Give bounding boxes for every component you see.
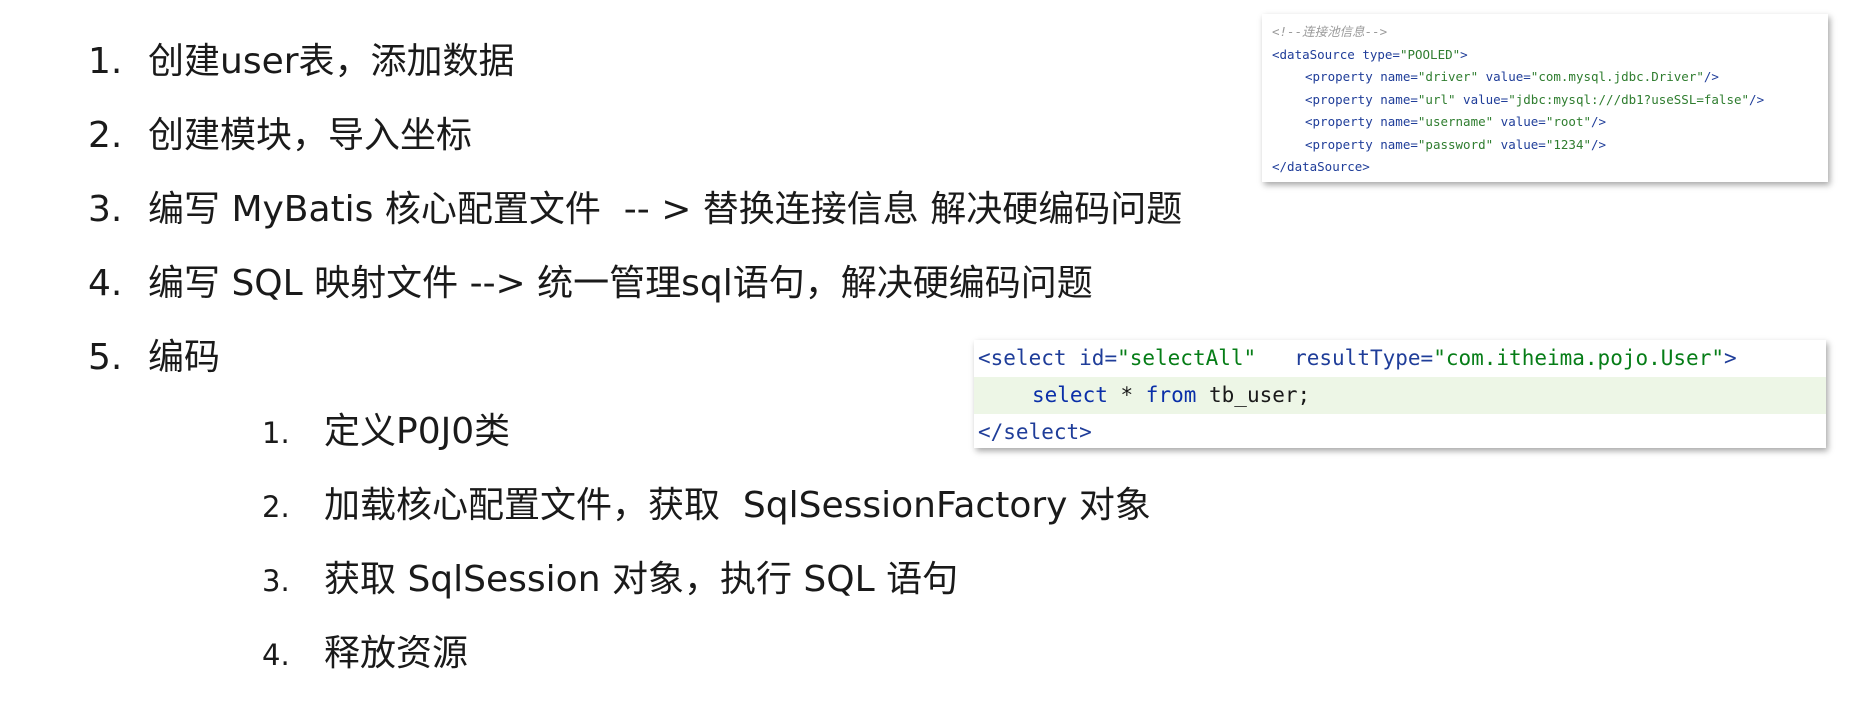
step-text: 编码 [148,337,221,378]
step-text: 编写 SQL 映射文件 --> 统一管理sql语句，解决硬编码问题 [148,263,1093,304]
substep-text: 加载核心配置文件，获取 SqlSessionFactory 对象 [324,485,1151,526]
code-string: "jdbc:mysql:///db1?useSSL=false" [1508,91,1750,107]
code-string: "1234" [1545,136,1591,152]
code-line: <property name="url" value="jdbc:mysql:/… [1272,89,1828,112]
code-string: "driver" [1417,69,1479,84]
step-4: 4. 编写 SQL 映射文件 --> 统一管理sql语句，解决硬编码问题 [88,262,1093,306]
code-tag: <select [978,346,1067,370]
code-line: <property name="password" value="1234"/> [1272,134,1828,157]
code-tag: /> [1703,69,1719,84]
code-keyword: select [1032,383,1108,407]
code-attr: resultType= [1256,346,1434,370]
code-attr: value= [1455,91,1509,107]
code-attr: id= [1066,346,1118,370]
code-tag: > [1460,46,1468,62]
step-2: 2. 创建模块，导入坐标 [88,114,472,158]
code-text: * [1107,383,1146,407]
code-string: "POOLED" [1399,46,1461,62]
substep-number: 4. [262,638,290,672]
code-keyword: from [1145,383,1197,407]
code-tag: <property [1305,136,1373,152]
code-tag: /> [1749,91,1765,107]
datasource-config-snippet: <!--连接池信息--> <dataSource type="POOLED"> … [1262,14,1828,182]
step-number: 4. [88,263,123,304]
code-string: "com.itheima.pojo.User" [1433,346,1724,370]
code-string: "url" [1417,91,1456,107]
step-number: 2. [88,115,123,156]
substep-number: 1. [262,416,290,450]
substep-1: 1. 定义P0J0类 [262,410,510,455]
slide: 1. 创建user表，添加数据 2. 创建模块，导入坐标 3. 编写 MyBatis … [0,0,1852,714]
code-string: "root" [1545,114,1591,129]
substep-number: 2. [262,490,290,524]
code-line: <dataSource type="POOLED"> [1272,44,1828,67]
substep-2: 2. 加载核心配置文件，获取 SqlSessionFactory 对象 [262,484,1151,529]
code-tag: <dataSource [1272,46,1355,62]
code-attr: name= [1372,136,1418,152]
step-text: 编写 MyBatis 核心配置文件 -- > 替换连接信息 解决硬编码问题 [148,189,1183,230]
code-attr: value= [1478,69,1531,84]
code-string: "password" [1417,136,1494,152]
code-line-highlighted: select * from tb_user; [974,377,1826,414]
code-line: <!--连接池信息--> [1272,21,1828,44]
step-number: 1. [88,41,123,82]
code-attr: value= [1493,114,1546,129]
code-text: tb_user; [1196,383,1311,407]
code-string: "username" [1417,114,1494,129]
code-tag: <property [1305,69,1373,84]
substep-text: 定义P0J0类 [324,411,511,452]
step-number: 3. [88,189,123,230]
code-comment: <!--连接池信息--> [1272,24,1388,39]
code-attr: name= [1372,69,1418,84]
substep-4: 4. 释放资源 [262,632,468,677]
code-attr: value= [1493,136,1546,152]
code-string: "com.mysql.jdbc.Driver" [1530,69,1704,84]
code-line: <property name="driver" value="com.mysql… [1272,66,1828,89]
code-tag: /> [1591,114,1607,129]
step-text: 创建user表，添加数据 [148,41,515,82]
substep-text: 获取 SqlSession 对象，执行 SQL 语句 [324,559,959,600]
substep-text: 释放资源 [324,633,469,674]
step-5: 5. 编码 [88,336,220,380]
substep-number: 3. [262,564,290,598]
code-line: </select> [974,414,1826,448]
code-tag: </select> [978,420,1092,444]
code-tag: <property [1305,114,1373,129]
step-text: 创建模块，导入坐标 [148,115,473,156]
code-line: <property name="username" value="root"/> [1272,111,1828,134]
step-3: 3. 编写 MyBatis 核心配置文件 -- > 替换连接信息 解决硬编码问题 [88,188,1182,232]
code-tag: <property [1305,91,1373,107]
code-tag: /> [1591,136,1607,152]
code-line: </dataSource> [1272,156,1828,179]
code-attr: type= [1354,46,1400,62]
step-number: 5. [88,337,123,378]
code-tag: > [1723,346,1737,370]
code-attr: name= [1372,114,1418,129]
step-1: 1. 创建user表，添加数据 [88,40,515,84]
code-attr: name= [1372,91,1418,107]
code-string: "selectAll" [1117,346,1257,370]
substep-3: 3. 获取 SqlSession 对象，执行 SQL 语句 [262,558,958,603]
code-tag: </dataSource> [1272,159,1370,174]
sql-mapper-snippet: <select id="selectAll" resultType="com.i… [974,340,1826,448]
code-line: <select id="selectAll" resultType="com.i… [974,340,1826,377]
